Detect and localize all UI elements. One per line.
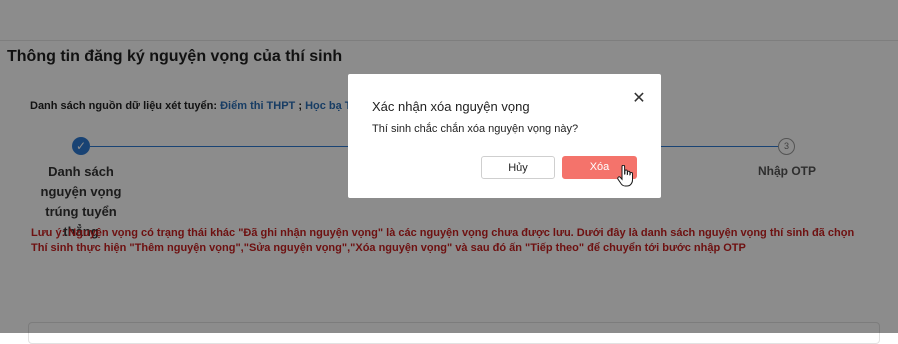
hand-cursor-icon	[617, 165, 633, 187]
confirm-delete-dialog: Xác nhận xóa nguyện vọng ✕ Thí sinh chắc…	[348, 74, 661, 198]
dialog-message: Thí sinh chắc chắn xóa nguyện vọng này?	[372, 123, 579, 135]
close-icon[interactable]: ✕	[630, 90, 648, 108]
dialog-title: Xác nhận xóa nguyện vọng	[372, 99, 530, 114]
cancel-button[interactable]: Hủy	[481, 156, 555, 179]
